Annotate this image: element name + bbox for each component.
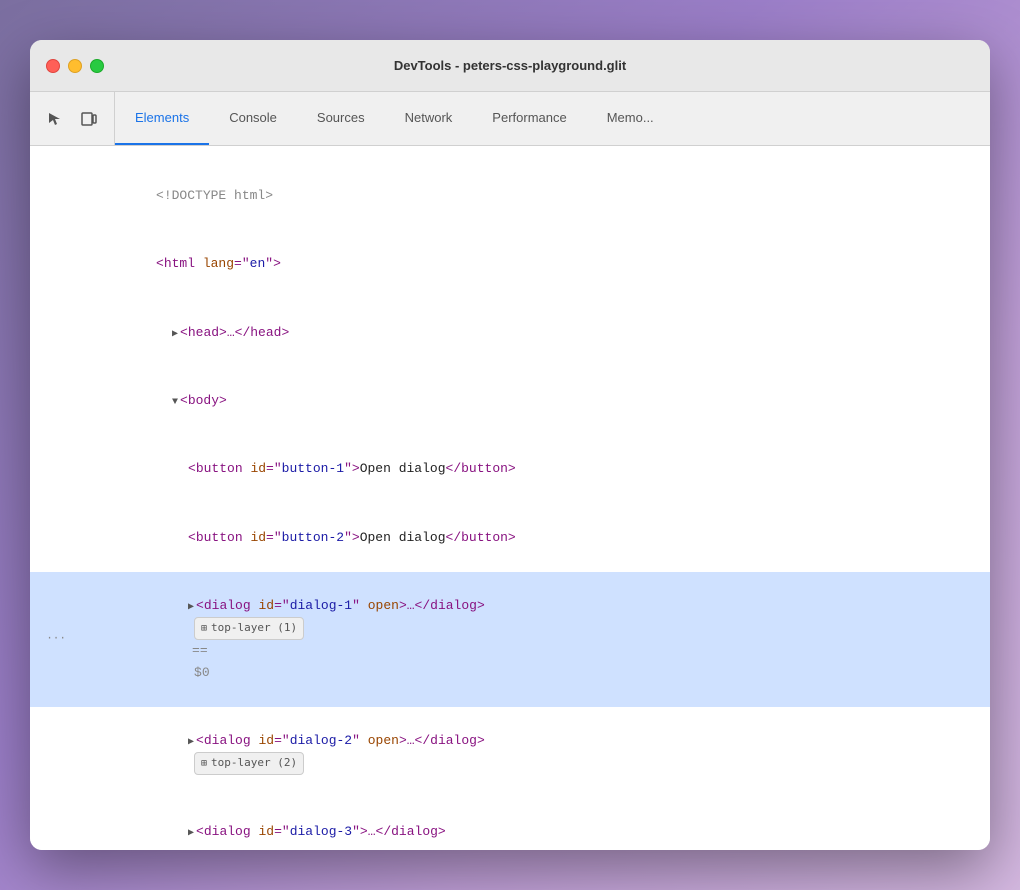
minimize-button[interactable] bbox=[68, 59, 82, 73]
tab-network[interactable]: Network bbox=[385, 92, 473, 145]
window-title: DevTools - peters-css-playground.glit bbox=[394, 58, 626, 73]
tabs: Elements Console Sources Network Perform… bbox=[115, 92, 990, 145]
maximize-button[interactable] bbox=[90, 59, 104, 73]
tab-sources[interactable]: Sources bbox=[297, 92, 385, 145]
equals-sign: == bbox=[192, 643, 208, 658]
tree-line[interactable]: <button id="button-2">Open dialog</butto… bbox=[30, 503, 990, 571]
line-content: ▶<dialog id="dialog-2" open>…</dialog> ⊞… bbox=[70, 708, 990, 797]
tab-elements[interactable]: Elements bbox=[115, 92, 209, 145]
device-icon[interactable] bbox=[76, 106, 102, 132]
triangle-icon[interactable]: ▶ bbox=[172, 326, 178, 343]
line-content: ▶<head>…</head> bbox=[70, 300, 990, 366]
top-layer-badge-1[interactable]: ⊞top-layer (1) bbox=[194, 617, 304, 640]
line-content: ▼<body> bbox=[70, 368, 990, 434]
dollar-zero: $0 bbox=[194, 665, 210, 680]
triangle-icon[interactable]: ▼ bbox=[172, 394, 178, 411]
tree-line[interactable]: <!DOCTYPE html> bbox=[30, 162, 990, 230]
title-bar: DevTools - peters-css-playground.glit bbox=[30, 40, 990, 92]
tree-line[interactable]: ▶<head>…</head> bbox=[30, 299, 990, 367]
selected-tree-line[interactable]: ··· ▶<dialog id="dialog-1" open>…</dialo… bbox=[30, 572, 990, 707]
traffic-lights bbox=[46, 59, 104, 73]
cursor-icon[interactable] bbox=[42, 106, 68, 132]
devtools-window: DevTools - peters-css-playground.glit El… bbox=[30, 40, 990, 850]
top-layer-badge-2[interactable]: ⊞top-layer (2) bbox=[194, 752, 304, 775]
tab-console[interactable]: Console bbox=[209, 92, 297, 145]
tree-line[interactable]: <html lang="en"> bbox=[30, 230, 990, 298]
line-content: ▶<dialog id="dialog-3">…</dialog> bbox=[70, 799, 990, 850]
line-content: <!DOCTYPE html> bbox=[70, 163, 990, 229]
line-dots: ··· bbox=[30, 630, 70, 649]
tree-line[interactable]: ▶<dialog id="dialog-3">…</dialog> bbox=[30, 798, 990, 850]
line-content: <html lang="en"> bbox=[70, 231, 990, 297]
triangle-icon[interactable]: ▶ bbox=[188, 825, 194, 842]
tree-line[interactable]: ▼<body> bbox=[30, 367, 990, 435]
html-tree: <!DOCTYPE html> <html lang="en"> ▶<head>… bbox=[30, 158, 990, 850]
triangle-icon[interactable]: ▶ bbox=[188, 599, 194, 616]
elements-panel: <!DOCTYPE html> <html lang="en"> ▶<head>… bbox=[30, 146, 990, 850]
tab-memory[interactable]: Memo... bbox=[587, 92, 674, 145]
tree-line[interactable]: <button id="button-1">Open dialog</butto… bbox=[30, 435, 990, 503]
tree-line[interactable]: ▶<dialog id="dialog-2" open>…</dialog> ⊞… bbox=[30, 707, 990, 798]
close-button[interactable] bbox=[46, 59, 60, 73]
devtools-toolbar: Elements Console Sources Network Perform… bbox=[30, 92, 990, 146]
line-content: ▶<dialog id="dialog-1" open>…</dialog> ⊞… bbox=[70, 573, 990, 706]
line-content: <button id="button-2">Open dialog</butto… bbox=[70, 504, 990, 570]
tab-performance[interactable]: Performance bbox=[472, 92, 586, 145]
toolbar-icons bbox=[30, 92, 115, 145]
line-content: <button id="button-1">Open dialog</butto… bbox=[70, 436, 990, 502]
triangle-icon[interactable]: ▶ bbox=[188, 734, 194, 751]
doctype-text: <!DOCTYPE html> bbox=[156, 188, 273, 203]
